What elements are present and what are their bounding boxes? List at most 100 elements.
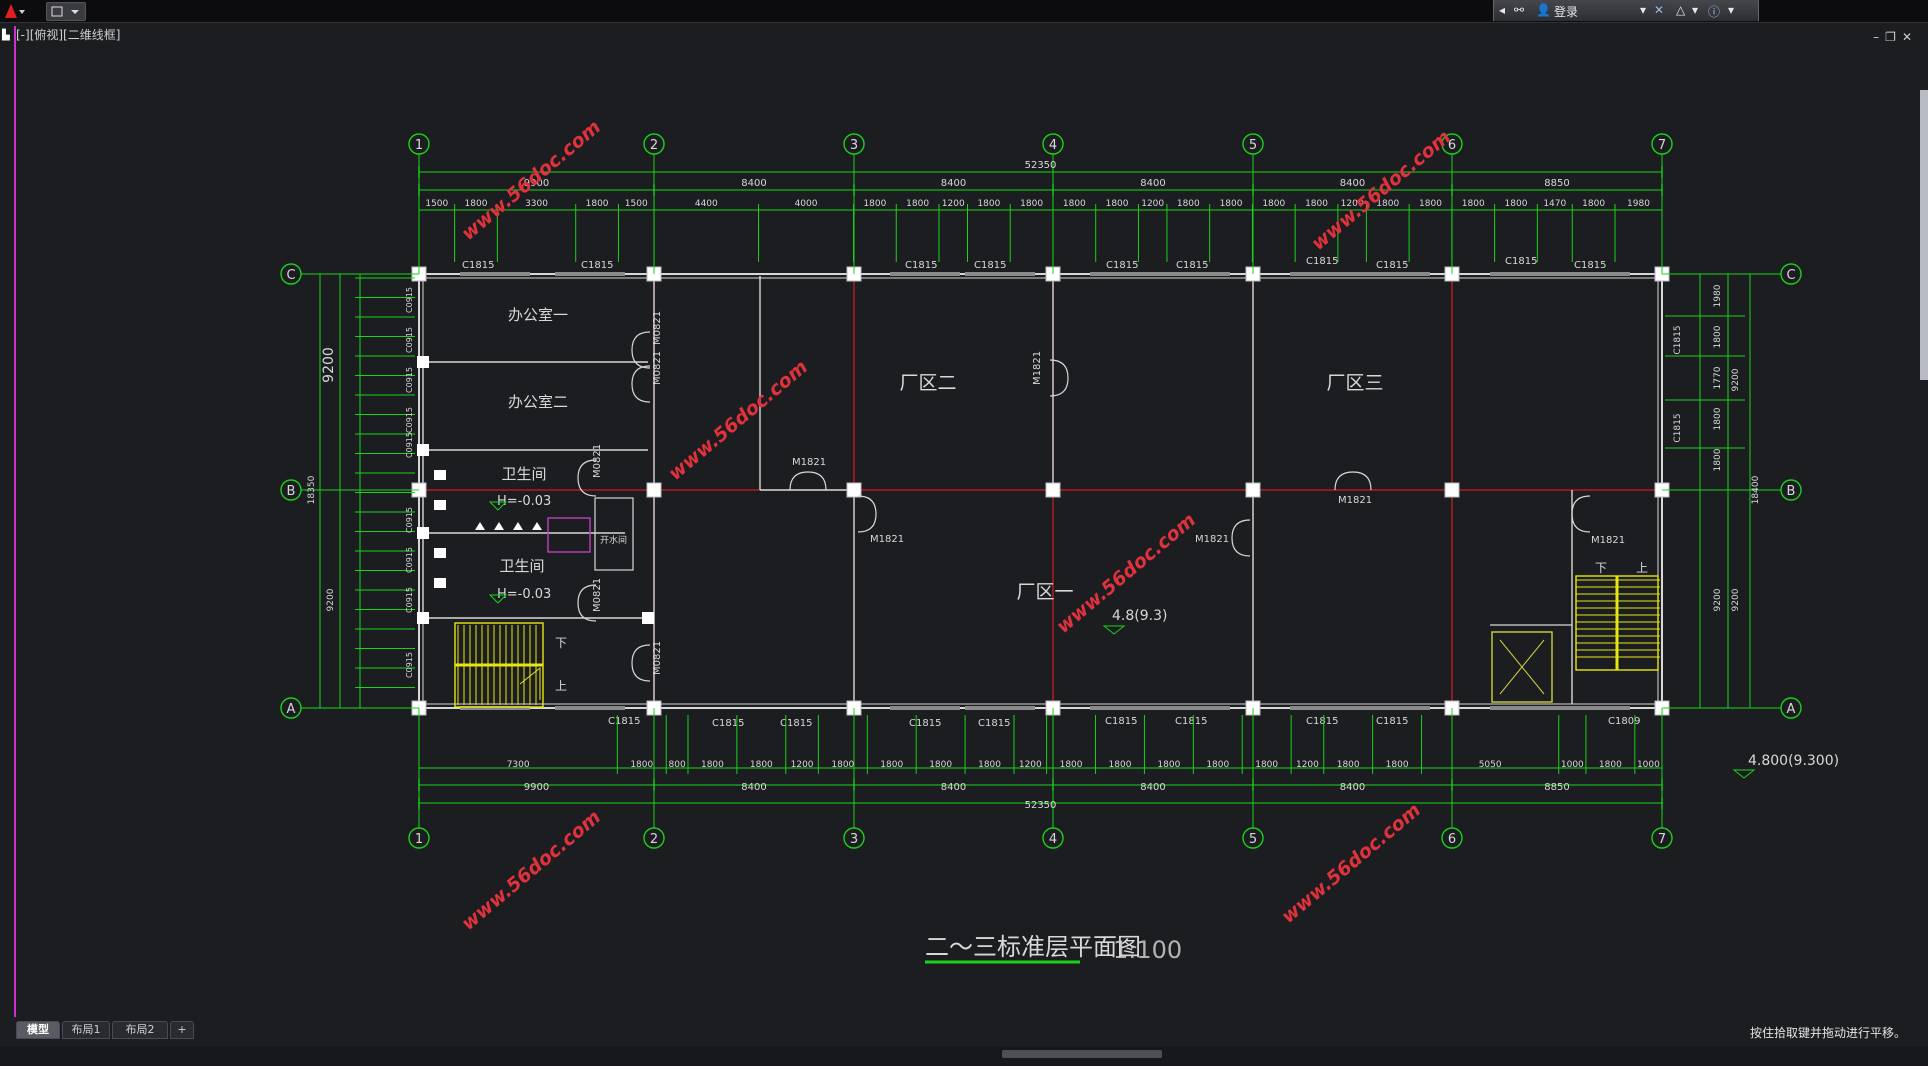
scrollbar-thumb[interactable] (1002, 1050, 1162, 1058)
binoculars-icon[interactable]: ⚯ (1514, 3, 1524, 17)
dim-right-detail-2: 1770 (1713, 366, 1723, 389)
dim-top-segments-label-2: 8400 (941, 178, 966, 189)
urinal-3 (532, 522, 542, 530)
dim-top-detail-label-9: 1200 (942, 199, 965, 209)
tab-layout1[interactable]: 布局1 (62, 1021, 110, 1039)
window-tag-1: C1815 (581, 260, 613, 271)
dim-bottom-detail-label-4: 1800 (750, 760, 773, 770)
urinal-1 (494, 522, 504, 530)
level-marker-right (1732, 769, 1756, 779)
autodesk-a360-icon[interactable]: △ (1676, 3, 1685, 17)
grid-label-left-B: B (287, 484, 296, 499)
dim-left-total: 18350 (307, 475, 317, 504)
layout-tabs: 模型 布局1 布局2 + (0, 1017, 1928, 1039)
dim-right-detail-3: 1800 (1713, 407, 1723, 430)
dim-bottom-detail-label-17: 1800 (1337, 760, 1360, 770)
dim-bottom-segments-label-0: 9900 (524, 782, 549, 793)
dim-bottom-detail-label-11: 1800 (1060, 760, 1083, 770)
dim-bottom-detail-label-15: 1800 (1255, 760, 1278, 770)
add-layout-button[interactable]: + (170, 1021, 194, 1039)
dim-top-detail-label-5: 4400 (695, 199, 718, 209)
sink-counter (547, 517, 591, 553)
drawing-canvas[interactable]: ▙ 下上下 上办公室一办公室二卫生间卫生间厂区二 厂区三厂区一H=-0.03H=-0… (0, 22, 1928, 1017)
chevron-down-icon[interactable]: ▾ (1640, 3, 1646, 17)
column-1-1 (646, 482, 662, 498)
dim-bottom-detail-label-13: 1800 (1157, 760, 1180, 770)
right-window-tag-0: C1815 (1673, 325, 1683, 354)
door-tag-1: M0821 (652, 351, 663, 385)
tab-layout2[interactable]: 布局2 (112, 1021, 168, 1039)
left-window-tag-2: C0915 (405, 367, 414, 393)
dim-bottom-detail-label-14: 1800 (1206, 760, 1229, 770)
dim-top-detail-label-23: 1800 (1505, 199, 1528, 209)
dim-right-span-bottom-b: 9200 (1731, 588, 1741, 611)
window-tag-19: C1809 (1608, 716, 1640, 727)
dim-top-segments-label-3: 8400 (1140, 178, 1165, 189)
user-icon[interactable]: 👤 (1536, 3, 1551, 17)
stair-left-down-label: 下 (555, 636, 567, 650)
grid-label-top-5: 5 (1249, 138, 1257, 153)
grid-label-right-C: C (1786, 268, 1795, 283)
title-bar: ◂ ⚯ 👤 登录 ▾ ✕ △ ▾ ⓘ ▾ (0, 0, 1928, 23)
dim-top-detail-label-16: 1800 (1220, 199, 1243, 209)
tab-model[interactable]: 模型 (16, 1021, 60, 1039)
horizontal-scrollbar[interactable] (0, 1046, 1928, 1066)
pantry-label: 开水间 (600, 534, 627, 546)
door-tag-m1821-3: M1821 (1338, 495, 1372, 506)
dim-bottom-detail-label-10: 1200 (1019, 760, 1042, 770)
room-label-office1: 办公室一 (508, 306, 568, 324)
dim-top-segments-label-1: 8400 (741, 178, 766, 189)
login-button[interactable]: 登录 (1554, 3, 1578, 20)
dim-top-detail-label-15: 1800 (1177, 199, 1200, 209)
chevron-down-icon[interactable]: ▾ (1728, 3, 1734, 17)
room-label-plant3: 厂区三 (1326, 372, 1383, 394)
chevron-left-icon[interactable]: ◂ (1499, 3, 1505, 17)
door-office2 (631, 365, 651, 403)
door-tag-m1821-1: M1821 (870, 534, 904, 545)
dim-bottom-detail-label-6: 1800 (831, 760, 854, 770)
left-window-tag-6: C0915 (405, 547, 414, 573)
dim-bottom-detail-label-1: 1800 (630, 760, 653, 770)
quick-access-menu-button[interactable] (46, 2, 86, 21)
dim-bottom-detail-label-19: 5050 (1479, 760, 1502, 770)
urinal-2 (513, 522, 523, 530)
dim-left-span-top: 9200 (321, 347, 337, 383)
window-tag-2: C1815 (905, 260, 937, 271)
dim-bottom-detail-label-8: 1800 (929, 760, 952, 770)
app-logo-icon[interactable] (2, 2, 30, 20)
window-tag-9: C1815 (1574, 260, 1606, 271)
dim-bottom-detail-label-5: 1200 (791, 760, 814, 770)
chevron-down-icon[interactable]: ▾ (1692, 3, 1698, 17)
dim-top-segments-label-4: 8400 (1340, 178, 1365, 189)
dim-bottom-detail-label-12: 1800 (1109, 760, 1132, 770)
toilet-3 (434, 578, 446, 588)
dim-bottom-detail-label-20: 1000 (1561, 760, 1584, 770)
grid-label-bottom-7: 7 (1658, 832, 1666, 847)
grid-label-right-A: A (1787, 702, 1796, 717)
dim-right-detail-4: 1800 (1713, 448, 1723, 471)
window-tag-17: C1815 (1306, 716, 1338, 727)
outer-wall (418, 273, 1663, 709)
toilet-2 (434, 548, 446, 558)
window-tag-0: C1815 (462, 260, 494, 271)
help-icon[interactable]: ⓘ (1708, 3, 1720, 20)
dim-bottom-detail-label-18: 1800 (1386, 760, 1409, 770)
left-window-tag-0: C0915 (405, 287, 414, 313)
dim-top-detail-label-3: 1800 (586, 199, 609, 209)
outer-wall-inner (422, 277, 1659, 705)
dim-top-detail-label-21: 1800 (1419, 199, 1442, 209)
door-stair (631, 644, 651, 682)
exchange-icon[interactable]: ✕ (1654, 3, 1664, 17)
dim-bottom-detail-label-9: 1800 (978, 760, 1001, 770)
dim-right-span-bottom-a: 9200 (1713, 588, 1723, 611)
grid-label-bottom-4: 4 (1049, 832, 1057, 847)
dim-top-detail-label-18: 1800 (1305, 199, 1328, 209)
dim-top-detail-label-13: 1800 (1106, 199, 1129, 209)
door-tag-5: M1821 (1032, 351, 1043, 385)
grid-label-top-2: 2 (650, 138, 658, 153)
dim-top-detail-label-22: 1800 (1462, 199, 1485, 209)
grid-label-bottom-1: 1 (415, 832, 423, 847)
watermark-0: www.56doc.com (457, 116, 605, 245)
grid-label-bottom-5: 5 (1249, 832, 1257, 847)
left-window-tag-8: C0915 (405, 652, 414, 678)
